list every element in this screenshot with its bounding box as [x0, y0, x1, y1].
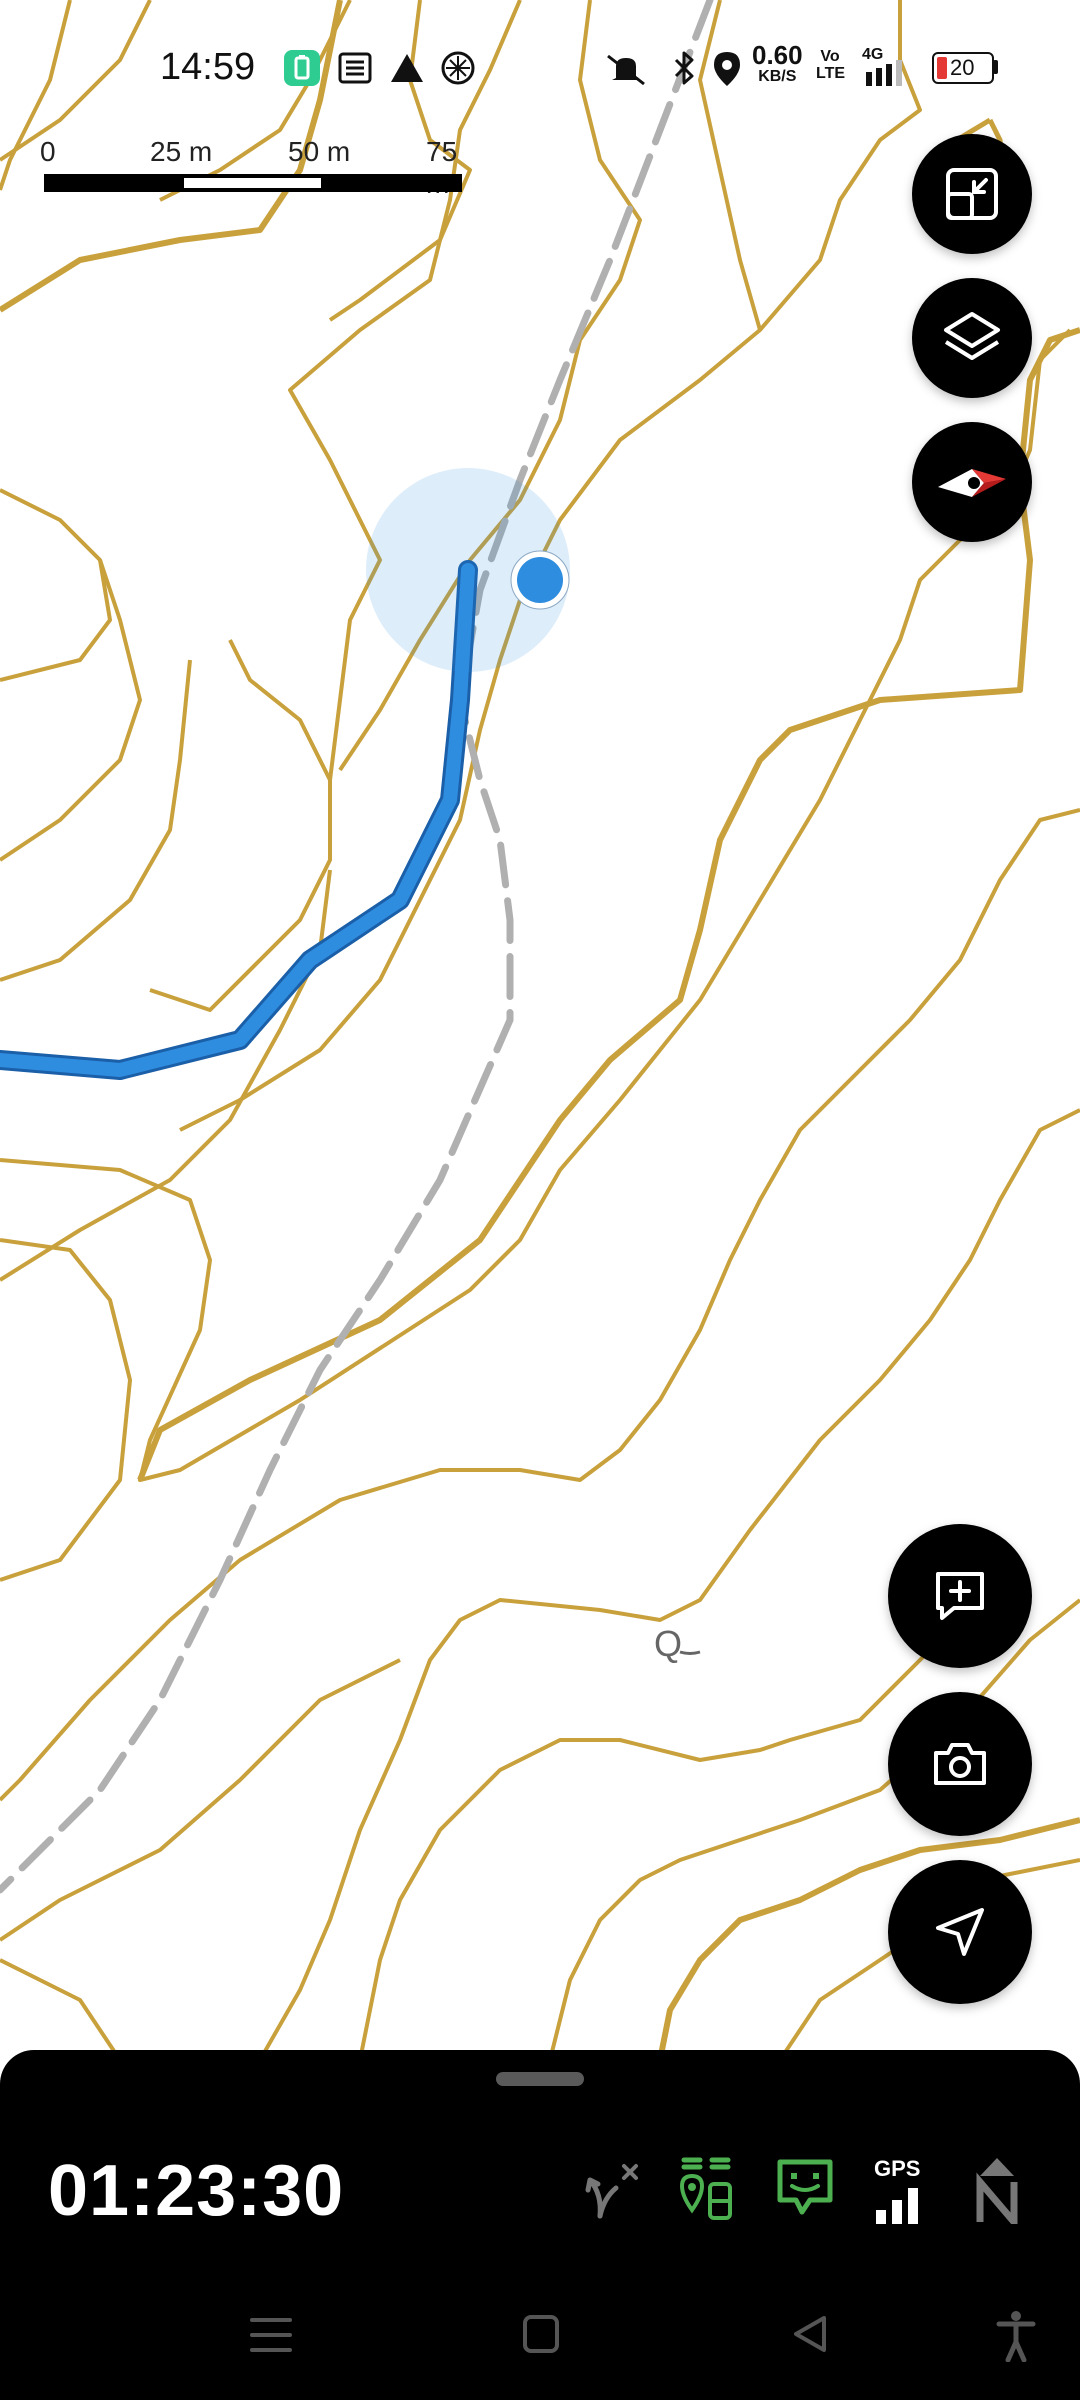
gps-label: GPS	[874, 2156, 921, 2181]
add-note-button[interactable]	[888, 1524, 1032, 1668]
news-icon	[338, 52, 372, 84]
volte-indicator: Vo LTE	[816, 48, 846, 82]
add-note-icon	[936, 1572, 984, 1620]
accessibility-button[interactable]	[996, 2310, 1036, 2362]
message-icon[interactable]	[776, 2158, 834, 2218]
back-button[interactable]	[790, 2314, 830, 2354]
map-label: Q	[654, 1623, 682, 1664]
battery-saver-icon	[284, 50, 320, 86]
camera-button[interactable]	[888, 1692, 1032, 1836]
compass-button[interactable]	[912, 422, 1032, 542]
mute-icon	[607, 54, 645, 86]
scale-label-0: 0	[40, 136, 56, 167]
home-button[interactable]	[522, 2314, 560, 2354]
status-bar: 14:59 0.60 KB/S Vo LTE 4G 20	[0, 0, 1080, 130]
gps-signal-icon[interactable]	[876, 2184, 928, 2224]
current-location-dot	[517, 557, 563, 603]
navigate-button[interactable]	[888, 1860, 1032, 2004]
map-scale-bar: 0 25 m 50 m 75 m	[40, 136, 464, 199]
battery-icon: 20	[932, 52, 994, 84]
camera-icon	[934, 1743, 986, 1785]
layers-button[interactable]	[912, 278, 1032, 398]
location-icon	[714, 52, 740, 86]
scale-label-50: 50 m	[288, 136, 351, 167]
layers-icon	[944, 312, 1000, 360]
scale-bar-graphic	[44, 174, 462, 192]
scale-label-25: 25 m	[150, 136, 213, 167]
waypoints-icon[interactable]	[676, 2154, 736, 2224]
route-off-icon[interactable]	[582, 2158, 642, 2222]
bluetooth-icon	[674, 51, 694, 85]
elapsed-time: 01:23:30	[48, 2151, 345, 2231]
compass-icon	[938, 469, 1006, 497]
status-time: 14:59	[160, 46, 256, 88]
map-orientation-button[interactable]	[912, 134, 1032, 254]
navigate-icon	[936, 1908, 984, 1956]
trail-line	[0, 0, 714, 1894]
north-up-icon[interactable]	[972, 2156, 1022, 2224]
soccer-ball-icon	[441, 51, 475, 85]
menu-button[interactable]	[250, 2316, 292, 2354]
net-speed: 0.60 KB/S	[752, 40, 803, 85]
warning-icon	[391, 54, 423, 82]
signal-icon	[866, 60, 902, 86]
drag-handle[interactable]	[496, 2072, 584, 2086]
orientation-icon	[946, 168, 998, 220]
